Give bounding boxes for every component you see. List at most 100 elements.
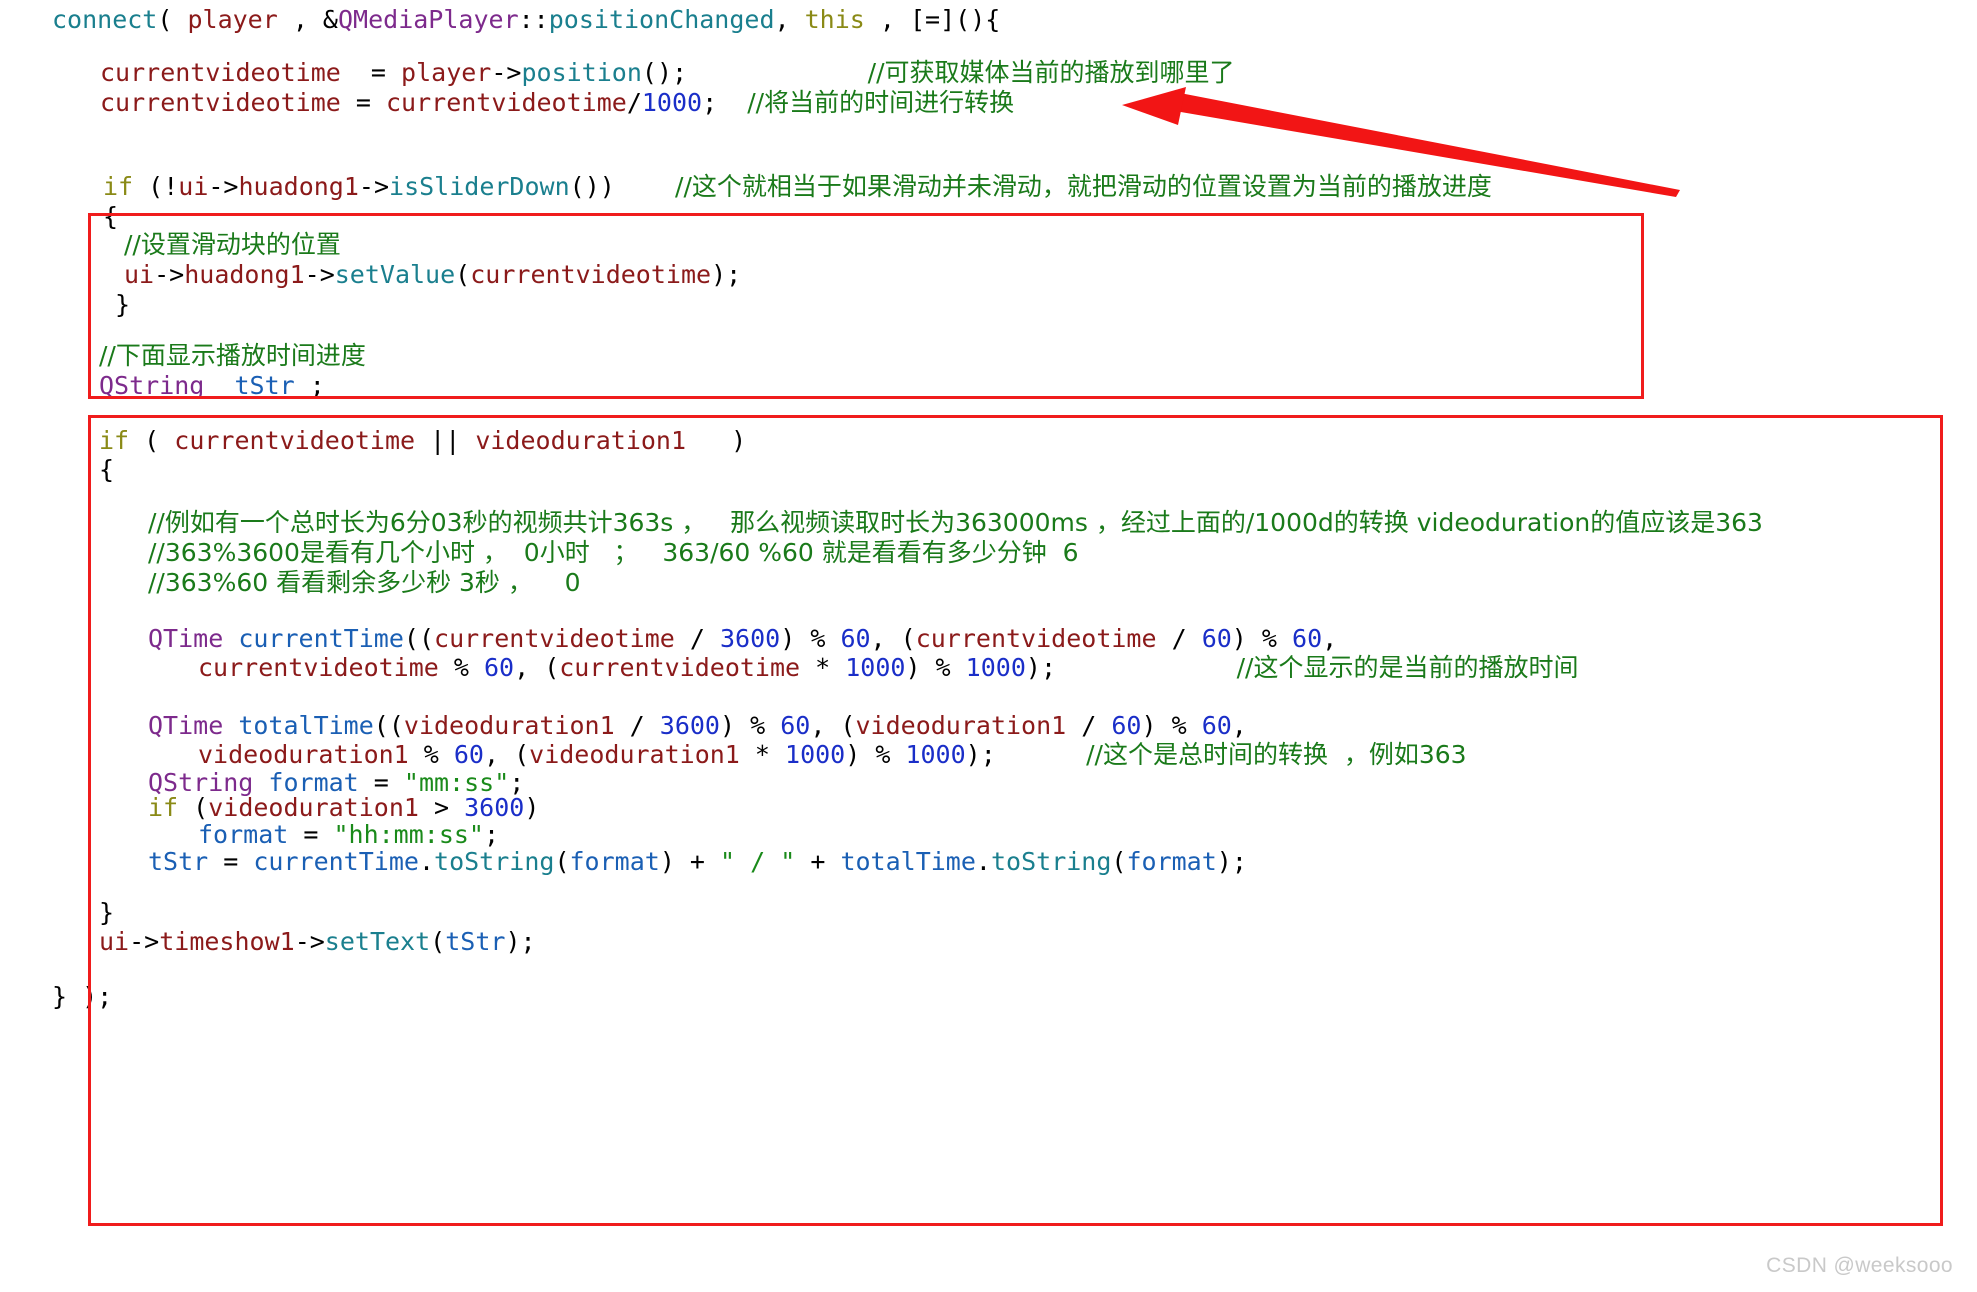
code-token: //设置滑动块的位置: [124, 230, 341, 259]
code-line: currentvideotime = currentvideotime/1000…: [100, 88, 1014, 118]
code-token: *: [800, 653, 846, 682]
code-token: ui: [99, 927, 130, 956]
code-token: 1000: [905, 740, 966, 769]
code-line: QTime currentTime((currentvideotime / 36…: [148, 624, 1337, 654]
code-token: 60: [1201, 711, 1232, 740]
code-token: ->: [491, 58, 522, 87]
code-token: ->: [304, 260, 335, 289]
code-token: videoduration1: [529, 740, 740, 769]
code-token: ||: [415, 426, 476, 455]
code-token: this: [804, 5, 865, 34]
code-token: player: [187, 5, 278, 34]
code-token: currentvideotime: [100, 88, 341, 117]
code-token: (: [455, 260, 471, 289]
code-token: 1000: [845, 653, 906, 682]
code-line: QTime totalTime((videoduration1 / 3600) …: [148, 711, 1247, 741]
code-token: ;: [702, 88, 748, 117]
code-token: (: [1111, 847, 1127, 876]
code-token: 60: [1111, 711, 1142, 740]
code-token: );: [505, 927, 536, 956]
code-token: ) %: [720, 711, 781, 740]
code-token: 1000: [641, 88, 703, 117]
code-token: ->: [294, 927, 325, 956]
code-token: 1000: [785, 740, 846, 769]
code-line: QString tStr ;: [99, 371, 325, 401]
code-token: (: [157, 5, 188, 34]
code-token: }: [99, 898, 115, 927]
code-token: currentvideotime: [198, 653, 439, 682]
code-token: (: [430, 927, 446, 956]
code-line: {: [103, 202, 118, 232]
code-token: if: [148, 793, 179, 822]
code-token: 1000: [965, 653, 1026, 682]
code-token: huadong1: [238, 172, 359, 201]
code-token: connect: [52, 5, 158, 34]
code-token: ;: [294, 371, 325, 400]
code-token: /: [614, 711, 660, 740]
code-token: videoduration1: [855, 711, 1067, 740]
code-token: /: [1066, 711, 1112, 740]
code-token: currentvideotime: [174, 426, 416, 455]
code-token: //这个就相当于如果滑动并未滑动，就把滑动的位置设置为当前的播放进度: [675, 172, 1492, 201]
code-token: //363%60 看看剩余多少秒 3秒 ， 0: [148, 568, 581, 597]
code-line: ui->huadong1->setValue(currentvideotime)…: [124, 260, 741, 290]
code-line: videoduration1 % 60, (videoduration1 * 1…: [198, 740, 1467, 770]
code-token: positionChanged: [548, 5, 775, 34]
code-token: );: [711, 260, 742, 289]
code-token: ) %: [780, 624, 841, 653]
code-token: ->: [358, 172, 390, 201]
code-line: tStr = currentTime.toString(format) + " …: [148, 847, 1247, 877]
code-token: {: [103, 202, 119, 231]
code-token: %: [438, 653, 484, 682]
code-token: toString: [990, 847, 1112, 876]
code-token: );: [1025, 653, 1056, 682]
code-token: ();: [641, 58, 688, 87]
code-token: , &: [277, 5, 338, 34]
code-token: format: [1126, 847, 1217, 876]
code-token: QTime: [148, 624, 224, 653]
code-token: currentvideotime: [385, 88, 627, 117]
code-token: 60: [483, 653, 515, 682]
code-line: //363%60 看看剩余多少秒 3秒 ， 0: [148, 568, 581, 598]
code-token: (: [129, 426, 175, 455]
code-token: //363%3600是看有几个小时 ， 0小时 ； 363/60 %60 就是看…: [148, 538, 1079, 567]
code-token: *: [739, 740, 786, 769]
code-line: connect( player , &QMediaPlayer::positio…: [52, 5, 1000, 35]
code-token: if: [99, 426, 130, 455]
code-token: currentTime: [238, 624, 404, 653]
code-token: , (: [870, 624, 916, 653]
code-token: ui: [124, 260, 155, 289]
code-token: videoduration1: [208, 793, 419, 822]
code-token: =: [340, 58, 402, 87]
code-token: if: [103, 172, 134, 201]
code-line: {: [99, 455, 114, 485]
code-token: totalTime: [238, 711, 374, 740]
code-token: ->: [208, 172, 239, 201]
code-token: } );: [52, 982, 113, 1011]
code-token: ::: [518, 5, 549, 34]
code-token: ,: [1322, 624, 1338, 653]
csdn-watermark: CSDN @weeksooo: [1766, 1254, 1953, 1277]
code-token: ): [686, 426, 747, 455]
code-token: huadong1: [184, 260, 305, 289]
code-token: .: [975, 847, 991, 876]
code-token: (!: [133, 172, 179, 201]
code-token: videoduration1: [198, 740, 409, 769]
code-token: //这个显示的是当前的播放时间: [1236, 653, 1579, 682]
code-token: );: [1216, 847, 1247, 876]
code-token: ) %: [845, 740, 906, 769]
code-token: //下面显示播放时间进度: [99, 341, 366, 370]
code-token: /: [626, 88, 642, 117]
code-token: 3600: [720, 624, 781, 653]
code-line: currentvideotime % 60, (currentvideotime…: [198, 653, 1578, 683]
code-token: ) %: [905, 653, 966, 682]
code-token: {: [99, 455, 115, 484]
code-token: >: [418, 793, 465, 822]
code-token: player: [401, 58, 492, 87]
code-line: } );: [52, 982, 112, 1012]
code-token: ;: [483, 820, 500, 849]
